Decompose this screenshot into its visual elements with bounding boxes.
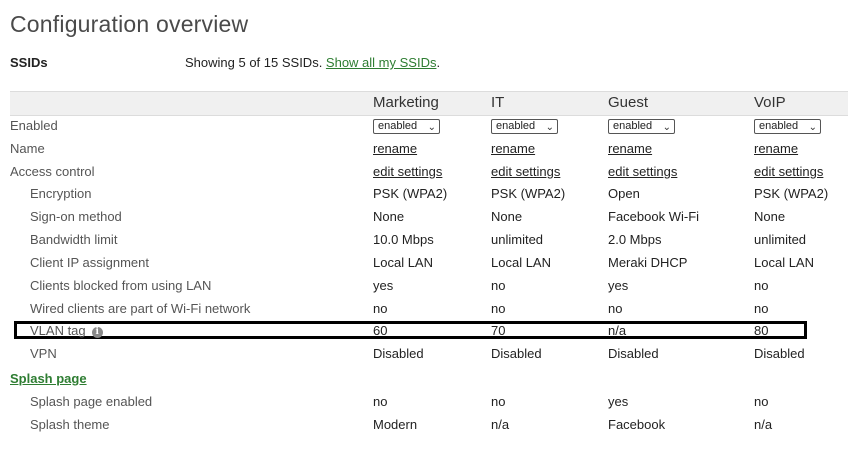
rename-link-marketing[interactable]: rename xyxy=(373,141,417,156)
bandwidth-guest: 2.0 Mbps xyxy=(608,232,662,247)
enabled-select-value: enabled xyxy=(759,120,799,132)
row-label-vlan-tag: VLAN tag i xyxy=(30,323,103,338)
splash-enabled-marketing: no xyxy=(373,394,388,409)
column-header-voip: VoIP xyxy=(754,94,786,111)
column-header-marketing: Marketing xyxy=(373,94,439,111)
chevron-down-icon: ⌄ xyxy=(427,122,436,133)
edit-settings-link-it[interactable]: edit settings xyxy=(491,164,560,179)
vlan-tag-marketing: 60 xyxy=(373,323,388,338)
showing-text: Showing 5 of 15 SSIDs. xyxy=(185,55,326,70)
client-ip-guest: Meraki DHCP xyxy=(608,255,688,270)
edit-settings-link-voip[interactable]: edit settings xyxy=(754,164,823,179)
rename-link-guest[interactable]: rename xyxy=(608,141,652,156)
client-ip-voip: Local LAN xyxy=(754,255,814,270)
enabled-select-marketing[interactable]: enabled ⌄ xyxy=(373,119,440,134)
rename-link-voip[interactable]: rename xyxy=(754,141,798,156)
enabled-select-value: enabled xyxy=(378,120,418,132)
splash-theme-it: n/a xyxy=(491,417,510,432)
chevron-down-icon: ⌄ xyxy=(662,122,671,133)
page-title: Configuration overview xyxy=(10,11,249,37)
vlan-tag-highlight-box xyxy=(14,321,807,339)
enabled-select-guest[interactable]: enabled ⌄ xyxy=(608,119,675,134)
client-ip-it: Local LAN xyxy=(491,255,551,270)
row-label-access-control: Access control xyxy=(10,164,95,179)
sign-on-guest: Facebook Wi-Fi xyxy=(608,209,700,224)
vpn-marketing: Disabled xyxy=(373,346,424,361)
row-label-splash-page-enabled: Splash page enabled xyxy=(30,394,153,409)
edit-settings-link-marketing[interactable]: edit settings xyxy=(373,164,442,179)
sign-on-marketing: None xyxy=(373,209,405,224)
sign-on-it: None xyxy=(491,209,523,224)
wired-clients-guest: no xyxy=(608,301,623,316)
row-label-sign-on-method: Sign-on method xyxy=(30,209,122,224)
row-label-splash-theme: Splash theme xyxy=(30,417,110,432)
enabled-select-it[interactable]: enabled ⌄ xyxy=(491,119,558,134)
bandwidth-it: unlimited xyxy=(491,232,544,247)
row-label-clients-blocked: Clients blocked from using LAN xyxy=(30,278,212,293)
vlan-tag-label: VLAN tag xyxy=(30,323,86,338)
row-label-bandwidth-limit: Bandwidth limit xyxy=(30,232,118,247)
vpn-it: Disabled xyxy=(491,346,542,361)
splash-page-link[interactable]: Splash page xyxy=(10,371,87,386)
enabled-select-value: enabled xyxy=(496,120,536,132)
bandwidth-voip: unlimited xyxy=(754,232,807,247)
row-label-vpn: VPN xyxy=(30,346,57,361)
sign-on-voip: None xyxy=(754,209,786,224)
splash-enabled-voip: no xyxy=(754,394,769,409)
splash-enabled-guest: yes xyxy=(608,394,629,409)
vpn-guest: Disabled xyxy=(608,346,659,361)
enabled-select-value: enabled xyxy=(613,120,653,132)
splash-theme-guest: Facebook xyxy=(608,417,666,432)
row-label-encryption: Encryption xyxy=(30,186,92,201)
ssids-count-text: Showing 5 of 15 SSIDs. Show all my SSIDs… xyxy=(185,55,440,70)
encryption-marketing: PSK (WPA2) xyxy=(373,186,448,201)
row-label-wired-clients: Wired clients are part of Wi-Fi network xyxy=(30,301,251,316)
clients-blocked-it: no xyxy=(491,278,506,293)
column-header-it: IT xyxy=(491,94,505,111)
vlan-tag-guest: n/a xyxy=(608,323,627,338)
clients-blocked-marketing: yes xyxy=(373,278,394,293)
showing-suffix: . xyxy=(436,55,441,70)
splash-theme-voip: n/a xyxy=(754,417,773,432)
client-ip-marketing: Local LAN xyxy=(373,255,433,270)
edit-settings-link-guest[interactable]: edit settings xyxy=(608,164,677,179)
rename-link-it[interactable]: rename xyxy=(491,141,535,156)
vlan-tag-it: 70 xyxy=(491,323,506,338)
bandwidth-marketing: 10.0 Mbps xyxy=(373,232,434,247)
row-label-name: Name xyxy=(10,141,45,156)
enabled-select-voip[interactable]: enabled ⌄ xyxy=(754,119,821,134)
row-label-enabled: Enabled xyxy=(10,118,58,133)
clients-blocked-voip: no xyxy=(754,278,769,293)
chevron-down-icon: ⌄ xyxy=(545,122,554,133)
wired-clients-voip: no xyxy=(754,301,769,316)
clients-blocked-guest: yes xyxy=(608,278,629,293)
ssids-section-label: SSIDs xyxy=(10,55,48,70)
vpn-voip: Disabled xyxy=(754,346,805,361)
encryption-it: PSK (WPA2) xyxy=(491,186,566,201)
column-header-guest: Guest xyxy=(608,94,649,111)
info-icon[interactable]: i xyxy=(91,327,103,338)
wired-clients-it: no xyxy=(491,301,506,316)
row-label-client-ip-assignment: Client IP assignment xyxy=(30,255,149,270)
vlan-tag-voip: 80 xyxy=(754,323,769,338)
splash-theme-marketing: Modern xyxy=(373,417,418,432)
wired-clients-marketing: no xyxy=(373,301,388,316)
chevron-down-icon: ⌄ xyxy=(808,122,817,133)
show-all-ssids-link[interactable]: Show all my SSIDs xyxy=(326,55,437,70)
encryption-voip: PSK (WPA2) xyxy=(754,186,829,201)
encryption-guest: Open xyxy=(608,186,640,201)
splash-enabled-it: no xyxy=(491,394,506,409)
